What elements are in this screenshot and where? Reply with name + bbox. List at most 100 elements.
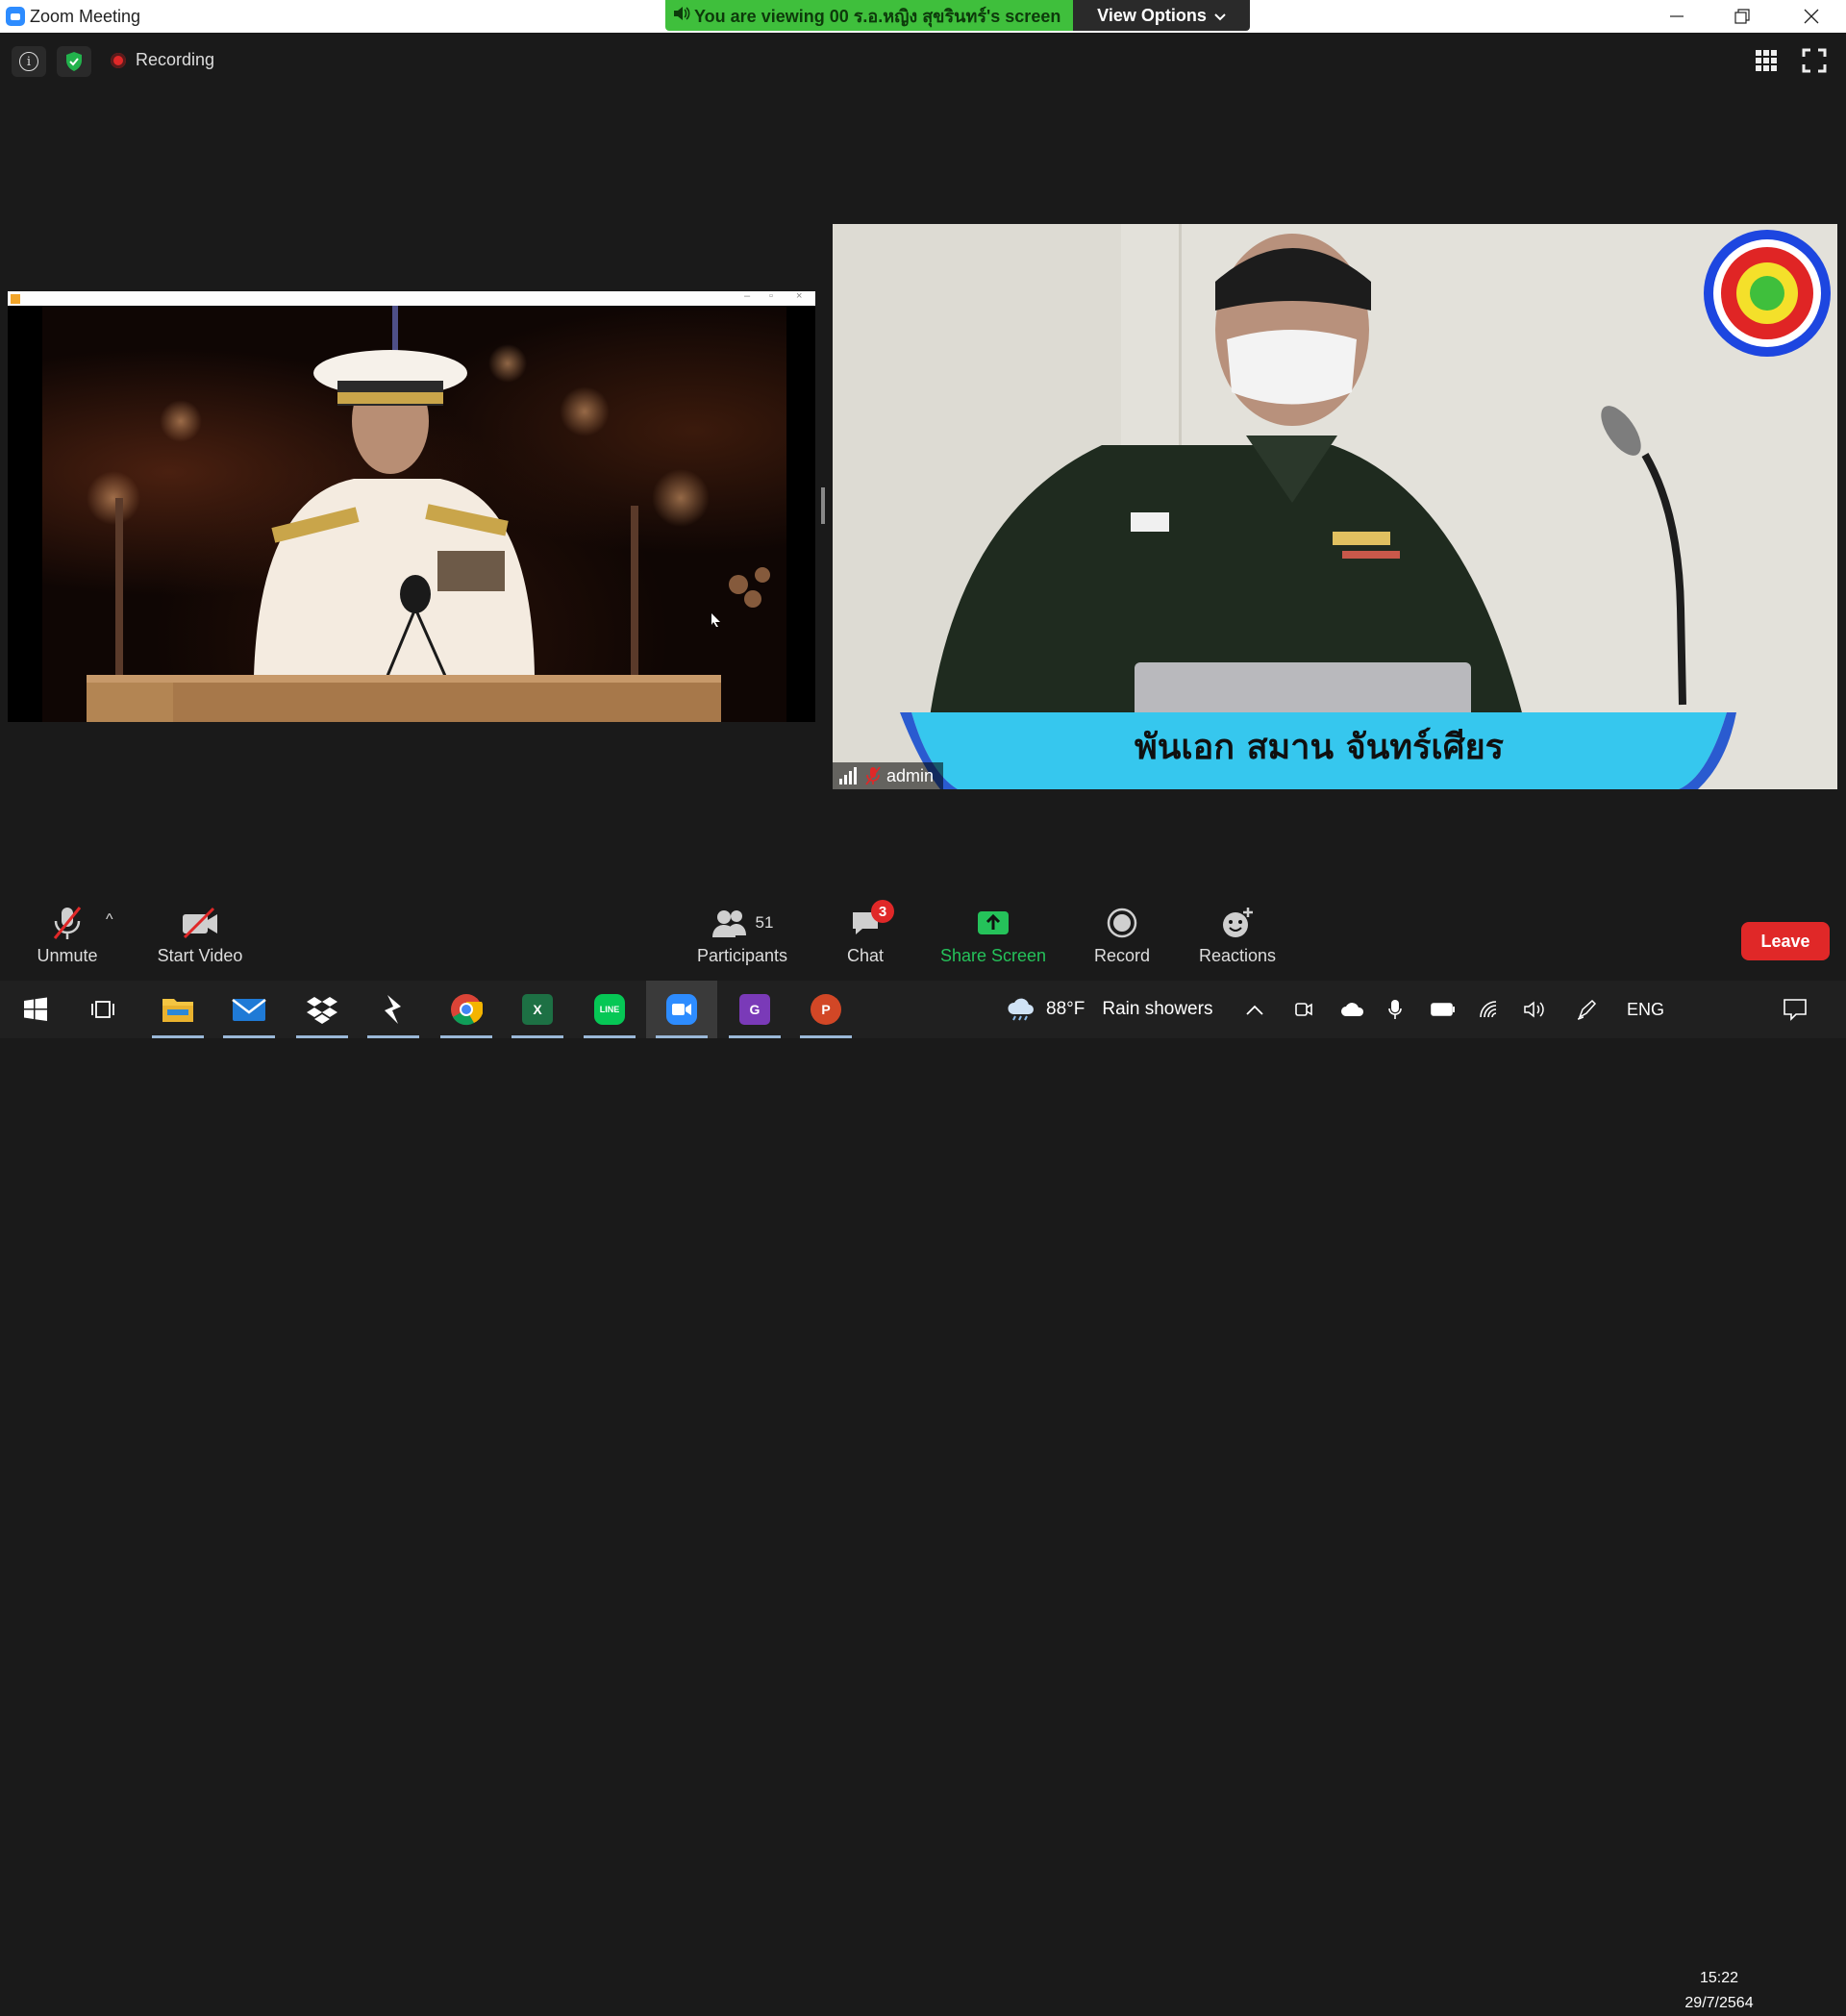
- taskbar-zoom[interactable]: [646, 981, 717, 1038]
- microphone-icon: [1388, 1000, 1402, 1019]
- pen-button[interactable]: [1577, 981, 1598, 1038]
- shared-app-icon: [11, 294, 20, 304]
- mic-muted-icon: [865, 766, 881, 785]
- cursor-icon: [711, 613, 720, 627]
- record-icon: [1107, 904, 1137, 942]
- chevron-up-icon: [1246, 1005, 1263, 1015]
- record-button[interactable]: Record: [1086, 904, 1158, 966]
- audio-options-caret-icon[interactable]: ^: [106, 911, 113, 929]
- task-view-icon: [91, 1001, 114, 1018]
- fullscreen-button[interactable]: [1802, 48, 1827, 73]
- recording-indicator: Recording: [111, 50, 214, 70]
- info-icon: i: [19, 52, 38, 71]
- minimize-button[interactable]: [1644, 0, 1709, 33]
- chat-button[interactable]: 3 Chat: [836, 900, 894, 966]
- taskbar-pdf[interactable]: G: [719, 981, 790, 1038]
- meet-now-button[interactable]: [1294, 981, 1313, 1038]
- battery-icon: [1431, 1003, 1455, 1016]
- rain-cloud-icon: [1008, 998, 1034, 1021]
- action-center-button[interactable]: [1783, 981, 1808, 1038]
- lightning-app-icon: [385, 995, 401, 1024]
- window-title: Zoom Meeting: [30, 7, 141, 26]
- volume-button[interactable]: [1523, 981, 1546, 1038]
- gallery-view-button[interactable]: [1754, 48, 1779, 73]
- participants-count: 51: [755, 913, 774, 932]
- mic-muted-icon: [51, 904, 84, 942]
- meeting-info-button[interactable]: i: [12, 46, 46, 77]
- weather-widget[interactable]: 88°F Rain showers: [1006, 981, 1212, 1038]
- window-title-bar: Zoom Meeting You are viewing 00 ร.อ.หญิง…: [0, 0, 1846, 33]
- participant-name-tag: admin: [833, 762, 944, 789]
- view-options-label: View Options: [1097, 5, 1207, 25]
- participants-button[interactable]: 51 Participants: [692, 904, 792, 966]
- start-video-label: Start Video: [157, 946, 243, 965]
- onedrive-button[interactable]: [1340, 981, 1365, 1038]
- signal-strength-icon: [839, 767, 857, 784]
- reactions-button[interactable]: Reactions: [1198, 904, 1277, 966]
- view-options-button[interactable]: View Options: [1073, 0, 1250, 31]
- windows-taskbar: X LINE G P 88°F Rain showers ENG 15:22 2…: [0, 981, 1846, 2011]
- record-dot-icon: [111, 52, 126, 68]
- input-language-button[interactable]: ENG: [1627, 981, 1664, 1038]
- speaker-at-podium-image: [8, 306, 815, 722]
- taskbar-app[interactable]: [358, 981, 429, 1038]
- meeting-toolbar: Unmute ^ Start Video 51 Participants 3 C…: [0, 900, 1846, 979]
- start-video-button[interactable]: Start Video: [150, 904, 250, 966]
- shared-restore-icon: ▫: [769, 291, 773, 302]
- participants-label: Participants: [696, 946, 788, 965]
- wifi-icon: [1480, 1001, 1497, 1018]
- chat-icon: 3: [850, 900, 894, 942]
- clock-date: 29/7/2564: [1684, 1995, 1754, 2011]
- shared-window-titlebar: – ▫ ×: [8, 291, 815, 306]
- shared-video-frame: [8, 306, 815, 722]
- powerpoint-icon: P: [811, 994, 841, 1025]
- video-caption-text: พันเอก สมาน จันทร์เศียร: [1134, 727, 1504, 767]
- restore-button[interactable]: [1709, 0, 1775, 33]
- microphone-tray-button[interactable]: [1388, 981, 1402, 1038]
- chevron-down-icon: [1214, 6, 1226, 26]
- file-explorer-icon: [162, 999, 193, 1022]
- leave-button[interactable]: Leave: [1741, 922, 1830, 960]
- volume-icon: [1524, 1001, 1544, 1018]
- mail-icon: [232, 999, 266, 1021]
- close-button[interactable]: [1779, 0, 1844, 33]
- show-hidden-icons-button[interactable]: [1246, 981, 1263, 1038]
- viewing-screen-banner: You are viewing 00 ร.อ.หญิง สุขรินทร์'s …: [665, 0, 1073, 31]
- zoom-app-icon: [6, 7, 25, 26]
- unmute-label: Unmute: [37, 946, 98, 965]
- taskbar-dropbox[interactable]: [287, 981, 358, 1038]
- shield-icon: [66, 52, 82, 71]
- task-view-button[interactable]: [67, 981, 138, 1038]
- dropbox-icon: [307, 997, 337, 1024]
- record-label: Record: [1093, 946, 1151, 965]
- viewing-banner-text: You are viewing 00 ร.อ.หญิง สุขรินทร์'s …: [694, 6, 1061, 26]
- chat-unread-badge: 3: [871, 900, 894, 923]
- split-view-handle[interactable]: [821, 487, 825, 524]
- chat-label: Chat: [846, 946, 885, 965]
- system-clock[interactable]: 15:22 29/7/2564: [1673, 1966, 1765, 2016]
- restore-icon: [1734, 9, 1750, 24]
- battery-button[interactable]: [1431, 981, 1456, 1038]
- recording-label: Recording: [136, 50, 215, 69]
- share-screen-label: Share Screen: [939, 946, 1047, 965]
- notification-icon: [1784, 999, 1807, 1021]
- shared-close-icon: ×: [796, 291, 803, 302]
- taskbar-file-explorer[interactable]: [142, 981, 213, 1038]
- security-button[interactable]: [57, 46, 91, 77]
- windows-logo-icon: [24, 997, 47, 1021]
- participants-icon-group: 51: [711, 904, 774, 942]
- taskbar-excel[interactable]: X: [502, 981, 573, 1038]
- fullscreen-icon: [1802, 48, 1827, 73]
- weather-description: Rain showers: [1102, 999, 1213, 1019]
- start-button[interactable]: [0, 981, 71, 1038]
- taskbar-line[interactable]: LINE: [574, 981, 645, 1038]
- unmute-button[interactable]: Unmute: [29, 904, 106, 966]
- taskbar-mail[interactable]: [213, 981, 285, 1038]
- excel-icon: X: [522, 994, 553, 1025]
- taskbar-chrome[interactable]: [431, 981, 502, 1038]
- share-screen-button[interactable]: Share Screen: [939, 904, 1047, 966]
- taskbar-powerpoint[interactable]: P: [790, 981, 861, 1038]
- network-button[interactable]: [1479, 981, 1500, 1038]
- pen-icon: [1577, 999, 1597, 1020]
- shared-minimize-icon: –: [744, 291, 751, 302]
